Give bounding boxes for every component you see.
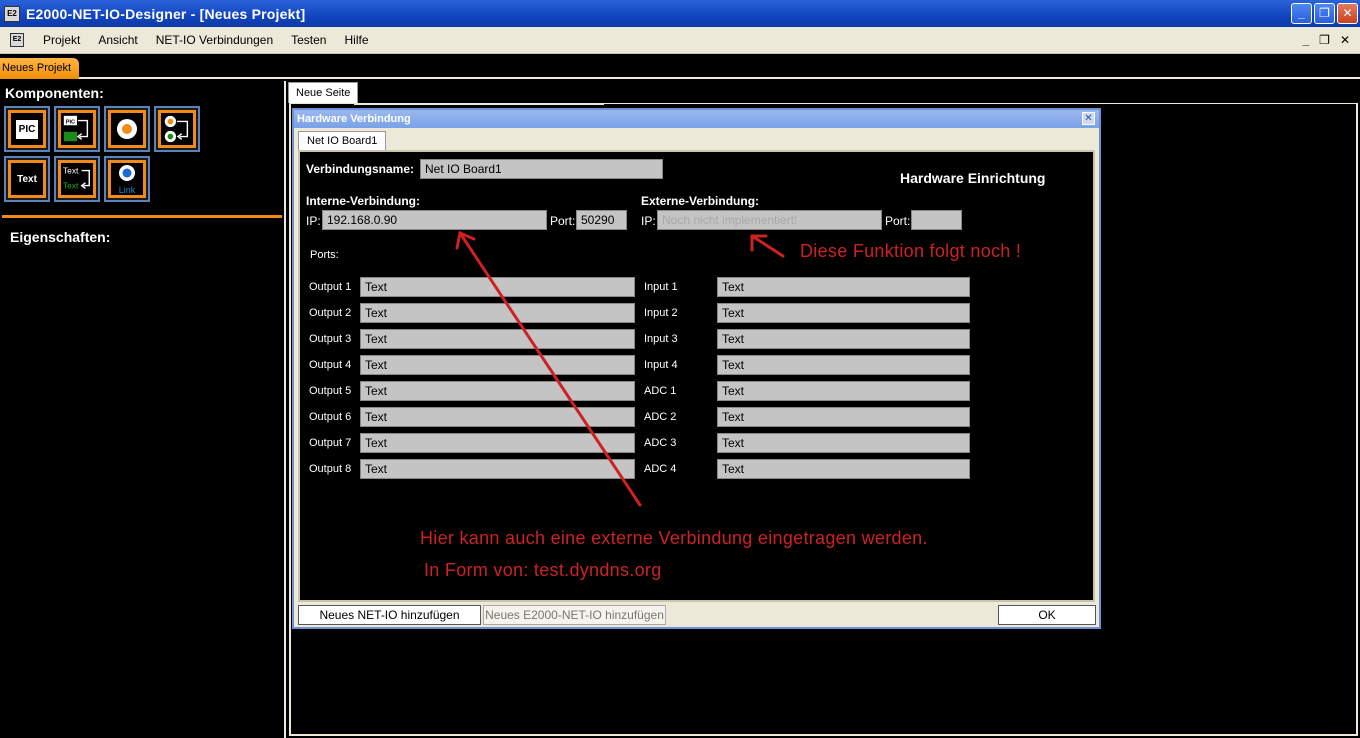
project-tab-strip: Neues Projekt <box>0 54 1360 79</box>
menu-projekt[interactable]: Projekt <box>34 33 89 47</box>
dialog-close-icon[interactable]: ✕ <box>1082 112 1095 125</box>
ok-button[interactable]: OK <box>998 605 1096 625</box>
tab-neues-projekt[interactable]: Neues Projekt <box>0 58 80 79</box>
internal-ip-label: IP: <box>306 214 321 228</box>
component-text-link[interactable]: Text Text <box>54 156 100 202</box>
output-input[interactable]: Text <box>360 407 635 427</box>
external-port-input[interactable] <box>911 210 962 230</box>
svg-text:Text: Text <box>63 180 79 190</box>
menu-hilfe[interactable]: Hilfe <box>335 33 377 47</box>
internal-ip-input[interactable]: 192.168.0.90 <box>322 210 547 230</box>
input-field[interactable]: Text <box>717 277 970 297</box>
output-input[interactable]: Text <box>360 459 635 479</box>
component-text[interactable]: Text <box>4 156 50 202</box>
output-input[interactable]: Text <box>360 433 635 453</box>
adc-label: ADC 2 <box>644 411 677 423</box>
add-netio-button[interactable]: Neues NET-IO hinzufügen <box>298 605 481 625</box>
output-input[interactable]: Text <box>360 277 635 297</box>
output-label: Output 3 <box>309 333 352 345</box>
output-input[interactable]: Text <box>360 355 635 375</box>
maximize-button[interactable]: ❐ <box>1314 3 1335 24</box>
properties-title: Eigenschaften: <box>10 229 111 245</box>
input-label: Input 1 <box>644 281 678 293</box>
external-ip-input[interactable]: Noch nicht implementiert! <box>657 210 882 230</box>
output-input[interactable]: Text <box>360 381 635 401</box>
window-title: E2000-NET-IO-Designer - [Neues Projekt] <box>26 5 306 22</box>
external-ip-label: IP: <box>641 214 656 228</box>
adc-label: ADC 4 <box>644 463 677 475</box>
ports-label: Ports: <box>310 249 339 261</box>
external-port-label: Port: <box>885 214 911 228</box>
text-icon: Text <box>17 173 37 185</box>
pic-icon: PIC <box>15 119 39 139</box>
menu-netio-verbindungen[interactable]: NET-IO Verbindungen <box>147 33 282 47</box>
input-label: Input 4 <box>644 359 678 371</box>
output-label: Output 6 <box>309 411 352 423</box>
adc-field[interactable]: Text <box>717 459 970 479</box>
close-button[interactable]: ✕ <box>1337 3 1358 24</box>
adc-field[interactable]: Text <box>717 433 970 453</box>
text-link-icon: Text Text <box>63 165 90 190</box>
output-label: Output 2 <box>309 307 352 319</box>
minimize-button[interactable]: _ <box>1291 3 1312 24</box>
output-label: Output 8 <box>309 463 352 475</box>
pic-link-icon: PIC <box>63 115 89 142</box>
output-input[interactable]: Text <box>360 303 635 323</box>
connection-name-label: Verbindungsname: <box>306 162 415 176</box>
internal-port-input[interactable]: 50290 <box>576 210 627 230</box>
mdi-restore-icon[interactable]: ❐ <box>1319 33 1330 47</box>
hardware-dialog: Hardware Verbindung ✕ Net IO Board1 Verb… <box>292 108 1101 629</box>
tab-net-io-board1[interactable]: Net IO Board1 <box>298 131 387 151</box>
link-icon: Link <box>119 165 136 195</box>
orange-dot-icon <box>117 119 137 139</box>
hardware-heading: Hardware Einrichtung <box>900 170 1046 186</box>
connection-name-input[interactable]: Net IO Board1 <box>420 159 663 179</box>
components-title: Komponenten: <box>5 85 104 101</box>
adc-field[interactable]: Text <box>717 381 970 401</box>
mdi-close-icon[interactable]: ✕ <box>1340 33 1350 47</box>
external-connection-label: Externe-Verbindung: <box>641 194 760 208</box>
document-icon[interactable]: E2 <box>10 33 24 47</box>
adc-label: ADC 1 <box>644 385 677 397</box>
internal-connection-label: Interne-Verbindung: <box>306 194 420 208</box>
svg-text:Link: Link <box>119 185 136 195</box>
component-led[interactable] <box>104 106 150 152</box>
annotation-function-note: Diese Funktion folgt noch ! <box>800 241 1022 261</box>
output-input[interactable]: Text <box>360 329 635 349</box>
input-label: Input 2 <box>644 307 678 319</box>
add-e2000-netio-button[interactable]: Neues E2000-NET-IO hinzufügen <box>483 605 666 625</box>
panel-divider <box>2 215 282 218</box>
left-panel: Komponenten: PIC PIC Text Text Text Link… <box>0 81 286 738</box>
input-label: Input 3 <box>644 333 678 345</box>
mdi-minimize-icon[interactable]: _ <box>1302 33 1309 47</box>
output-label: Output 1 <box>309 281 352 293</box>
svg-text:Text: Text <box>63 165 79 175</box>
adc-field[interactable]: Text <box>717 407 970 427</box>
svg-text:PIC: PIC <box>66 119 75 125</box>
component-led-link[interactable] <box>154 106 200 152</box>
menu-bar: E2 Projekt Ansicht NET-IO Verbindungen T… <box>0 27 1360 54</box>
app-icon: E2 <box>4 5 20 22</box>
menu-ansicht[interactable]: Ansicht <box>89 33 146 47</box>
title-bar: E2 E2000-NET-IO-Designer - [Neues Projek… <box>0 0 1360 27</box>
input-field[interactable]: Text <box>717 303 970 323</box>
adc-label: ADC 3 <box>644 437 677 449</box>
output-label: Output 4 <box>309 359 352 371</box>
output-label: Output 7 <box>309 437 352 449</box>
input-field[interactable]: Text <box>717 355 970 375</box>
annotation-format-note: In Form von: test.dyndns.org <box>424 560 662 580</box>
dot-link-icon <box>164 115 189 143</box>
annotation-external-note: Hier kann auch eine externe Verbindung e… <box>420 528 928 548</box>
component-pic-link[interactable]: PIC <box>54 106 100 152</box>
component-link[interactable]: Link <box>104 156 150 202</box>
tab-neue-seite[interactable]: Neue Seite <box>288 82 359 103</box>
component-pic[interactable]: PIC <box>4 106 50 152</box>
dialog-title: Hardware Verbindung <box>297 113 411 125</box>
input-field[interactable]: Text <box>717 329 970 349</box>
output-label: Output 5 <box>309 385 352 397</box>
menu-testen[interactable]: Testen <box>282 33 335 47</box>
dialog-title-bar: Hardware Verbindung ✕ <box>294 110 1099 128</box>
internal-port-label: Port: <box>550 214 576 228</box>
